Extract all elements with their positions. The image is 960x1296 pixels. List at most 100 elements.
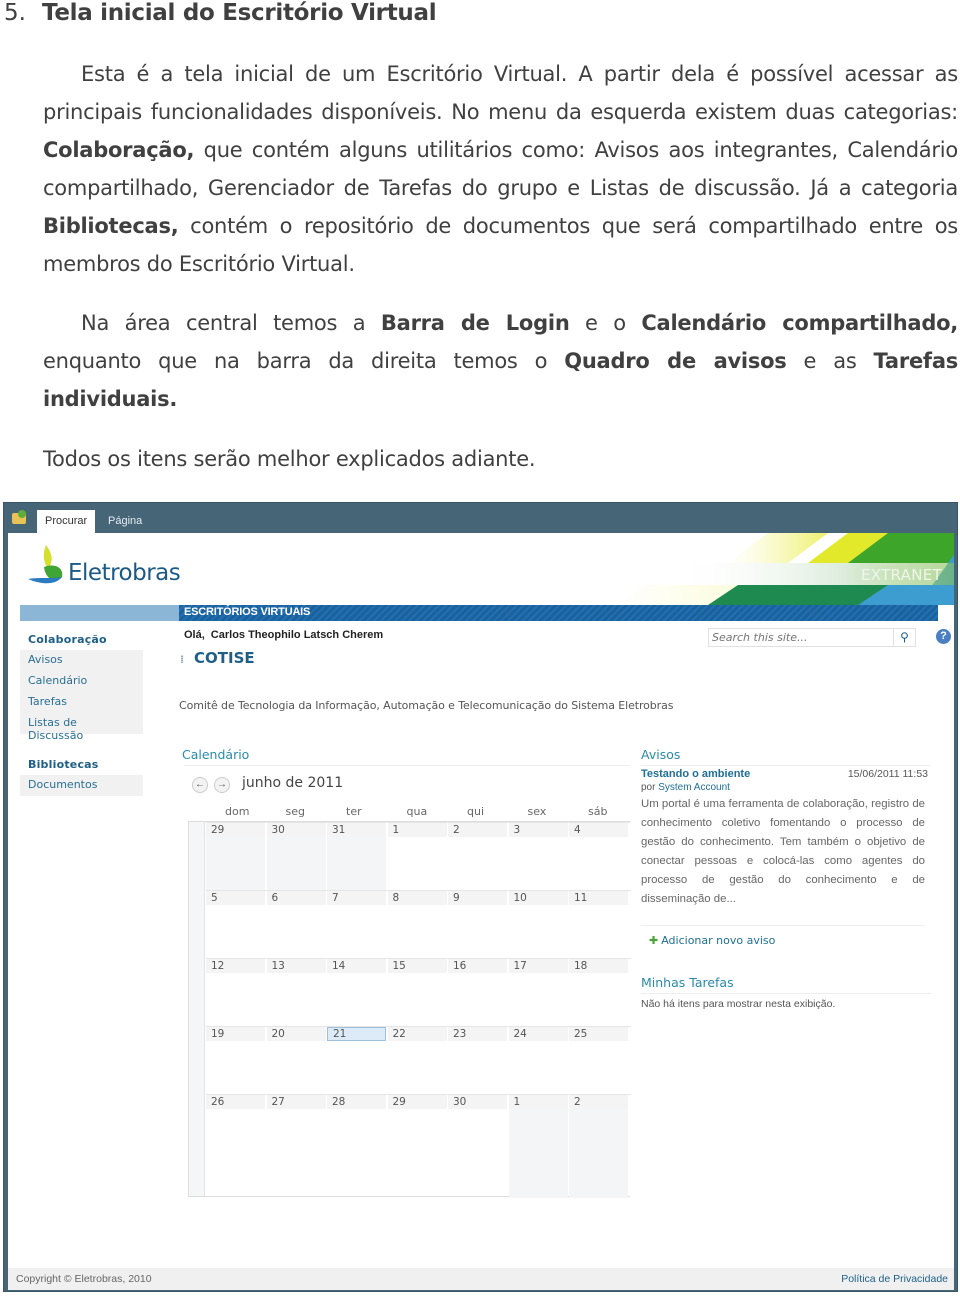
tasks-title[interactable]: Minhas Tarefas	[641, 975, 931, 994]
top-bar: ESCRITÓRIOS VIRTUAIS	[20, 605, 938, 621]
calendar-day[interactable]: 12	[206, 959, 265, 1026]
day-number: 29	[387, 1095, 447, 1109]
tab-pagina[interactable]: Página	[100, 510, 150, 533]
calendar-week: 19 20 21 22 23 24 25	[206, 1026, 631, 1094]
logo-text[interactable]: Eletrobras	[68, 560, 181, 586]
calendar-month: junho de 2011	[242, 775, 344, 791]
weekday-header: qui	[467, 805, 485, 818]
calendar-day[interactable]: 28	[327, 1095, 386, 1198]
calendar-day[interactable]: 9	[448, 891, 507, 958]
greeting: Olá,	[184, 629, 205, 641]
login-bar: Olá, Carlos Theophilo Latsch Cherem	[184, 629, 383, 641]
text: enquanto que na barra da direita temos o	[43, 349, 565, 373]
banner-stripe	[728, 533, 828, 563]
nav-item-tarefas[interactable]: Tarefas	[20, 692, 143, 713]
avisos-webpart: Avisos Testando o ambiente 15/06/2011 11…	[641, 747, 931, 1010]
site-title-text: COTISE	[194, 649, 255, 667]
calendar-day[interactable]: 3	[508, 823, 568, 890]
site-title-icon: ⁞	[180, 653, 185, 666]
calendar-day[interactable]: 29	[206, 823, 265, 890]
next-month-button[interactable]: →	[214, 777, 230, 793]
calendar-day[interactable]: 20	[266, 1027, 326, 1094]
day-number: 14	[327, 959, 386, 973]
logo-leaf	[43, 545, 52, 569]
calendar-day[interactable]: 29	[387, 1095, 447, 1198]
section-number: 5.	[4, 0, 26, 26]
calendar-day[interactable]: 10	[508, 891, 568, 958]
calendar-day[interactable]: 26	[206, 1095, 265, 1198]
calendar-day[interactable]: 14	[327, 959, 386, 1026]
privacy-link[interactable]: Política de Privacidade	[841, 1273, 948, 1285]
nav-heading-colaboracao[interactable]: Colaboração	[20, 629, 143, 650]
calendar-day[interactable]: 30	[448, 1095, 507, 1198]
day-number: 4	[569, 823, 628, 837]
arrow-right-icon: →	[217, 779, 227, 790]
copyright: Copyright © Eletrobras, 2010	[16, 1273, 152, 1285]
calendar-day[interactable]: 22	[387, 1027, 447, 1094]
nav-heading-bibliotecas[interactable]: Bibliotecas	[20, 754, 143, 775]
calendar-week: 29 30 31 1 2 3 4	[206, 822, 631, 890]
calendar-day[interactable]: 16	[448, 959, 507, 1026]
calendar-weeks: 29 30 31 1 2 3 4 5 6 7 8 9 10 11 12 13 14 15 16 17 18 19 20 21 2…	[188, 821, 631, 1198]
nav-item-listas-discussao[interactable]: Listas de Discussão	[20, 713, 143, 742]
day-number: 31	[327, 823, 386, 837]
day-number: 30	[266, 823, 326, 837]
search-icon: ⚲	[900, 630, 909, 644]
help-icon[interactable]: ?	[936, 629, 951, 644]
paragraph-closing: Todos os itens serão melhor explicados a…	[43, 447, 536, 471]
nav-item-calendario[interactable]: Calendário	[20, 671, 143, 692]
calendar-day[interactable]: 1	[387, 823, 447, 890]
day-number: 12	[206, 959, 265, 973]
logo-leaf	[28, 577, 62, 584]
nav-group-bibliotecas: Documentos	[20, 775, 143, 796]
calendar-day[interactable]: 15	[387, 959, 447, 1026]
calendar-day[interactable]: 25	[569, 1027, 628, 1094]
aviso-author-link[interactable]: System Account	[658, 782, 730, 793]
calendar-day[interactable]: 24	[508, 1027, 568, 1094]
calendar-day[interactable]: 19	[206, 1027, 265, 1094]
previous-month-button[interactable]: ←	[192, 777, 208, 793]
calendar-day[interactable]: 31	[327, 823, 386, 890]
calendar-day[interactable]: 5	[206, 891, 265, 958]
nav-item-documentos[interactable]: Documentos	[20, 775, 143, 796]
text: Na área central temos a	[81, 311, 381, 335]
calendar-day[interactable]: 30	[266, 823, 326, 890]
divider	[184, 765, 630, 766]
calendar-day[interactable]: 27	[266, 1095, 326, 1198]
day-number: 17	[508, 959, 568, 973]
avisos-title[interactable]: Avisos	[641, 747, 931, 766]
calendar-title[interactable]: Calendário	[182, 747, 249, 762]
add-aviso-link[interactable]: ✚ Adicionar novo aviso	[641, 934, 931, 947]
calendar-day[interactable]: 23	[448, 1027, 507, 1094]
calendar-day[interactable]: 6	[266, 891, 326, 958]
tab-procurar[interactable]: Procurar	[37, 510, 95, 533]
day-number: 24	[508, 1027, 568, 1041]
user-name[interactable]: Carlos Theophilo Latsch Cherem	[211, 629, 383, 641]
site-title[interactable]: ⁞ COTISE	[180, 649, 255, 667]
calendar-day[interactable]: 21	[327, 1027, 386, 1094]
bold-calendario: Calendário compartilhado,	[641, 311, 959, 335]
day-number: 23	[448, 1027, 507, 1041]
aviso-title[interactable]: Testando o ambiente	[641, 768, 750, 780]
day-number: 9	[448, 891, 507, 905]
day-number: 16	[448, 959, 507, 973]
aviso-author: por System Account	[641, 782, 931, 793]
aviso-header: Testando o ambiente 15/06/2011 11:53	[641, 768, 931, 782]
calendar-day[interactable]: 17	[508, 959, 568, 1026]
calendar-day[interactable]: 13	[266, 959, 326, 1026]
calendar-day[interactable]: 8	[387, 891, 447, 958]
day-number: 22	[387, 1027, 447, 1041]
search-input[interactable]	[709, 629, 893, 646]
calendar-day[interactable]: 1	[508, 1095, 568, 1198]
calendar-day[interactable]: 2	[448, 823, 507, 890]
nav-item-avisos[interactable]: Avisos	[20, 650, 143, 671]
calendar-day[interactable]: 11	[569, 891, 628, 958]
calendar-day[interactable]: 2	[569, 1095, 628, 1198]
calendar-day[interactable]: 18	[569, 959, 628, 1026]
site-actions-icon[interactable]	[12, 510, 26, 524]
search-button[interactable]: ⚲	[893, 629, 915, 646]
paragraph-intro: Esta é a tela inicial de um Escritório V…	[43, 55, 958, 283]
calendar-day[interactable]: 4	[569, 823, 628, 890]
day-number: 3	[508, 823, 568, 837]
calendar-day[interactable]: 7	[327, 891, 386, 958]
